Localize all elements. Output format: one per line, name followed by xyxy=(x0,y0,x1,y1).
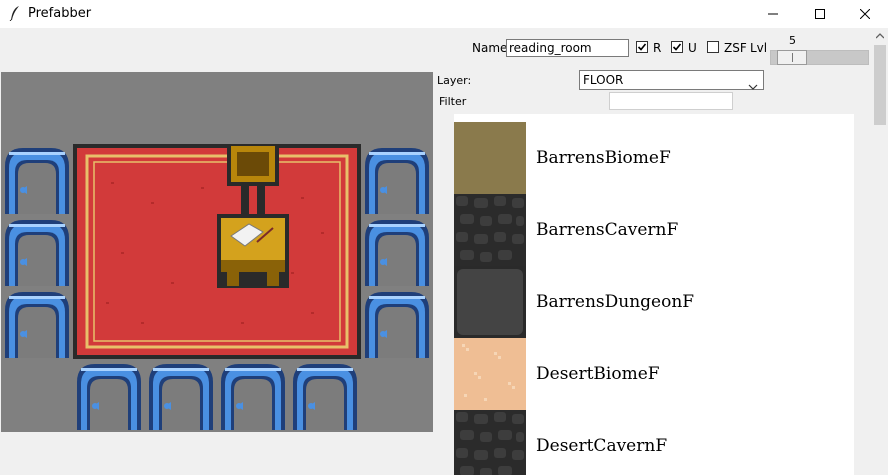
tile-swatch xyxy=(454,410,526,475)
name-input[interactable] xyxy=(506,39,629,57)
filter-input[interactable] xyxy=(609,92,733,110)
lvl-slider-handle[interactable] xyxy=(777,50,807,65)
window-title: Prefabber xyxy=(28,6,92,21)
minimize-button[interactable] xyxy=(750,0,796,28)
tile-name: BarrensBiomeF xyxy=(536,148,671,168)
tile-swatch xyxy=(454,194,526,266)
close-icon xyxy=(860,9,870,19)
minimize-icon xyxy=(768,13,778,15)
checkbox-zsf-label: ZSF xyxy=(724,41,747,55)
close-button[interactable] xyxy=(842,0,888,28)
layer-select[interactable]: FLOOR xyxy=(579,70,764,90)
list-item[interactable]: DesertBiomeF xyxy=(454,338,854,410)
check-icon xyxy=(672,43,682,51)
scroll-up-button[interactable] xyxy=(872,28,888,44)
tile-swatch xyxy=(454,122,526,194)
app-window: Prefabber Name R U ZSF Lvl 5 Layer: FLOO… xyxy=(0,0,888,475)
checkbox-u-label: U xyxy=(688,41,697,55)
tile-name: DesertCavernF xyxy=(536,436,668,456)
lvl-value: 5 xyxy=(789,34,796,47)
tile-list: BarrensBiomeF BarrensCavernF BarrensDung… xyxy=(454,114,854,475)
chevron-up-icon xyxy=(876,33,884,39)
feather-icon xyxy=(9,5,21,22)
scroll-thumb[interactable] xyxy=(874,45,886,125)
list-item[interactable]: BarrensDungeonF xyxy=(454,266,854,338)
check-icon xyxy=(637,43,647,51)
scrollbar[interactable] xyxy=(872,28,888,475)
maximize-icon xyxy=(815,9,825,19)
tile-swatch xyxy=(454,338,526,410)
list-item[interactable]: BarrensBiomeF xyxy=(454,122,854,194)
list-item[interactable]: BarrensCavernF xyxy=(454,194,854,266)
layer-select-value: FLOOR xyxy=(583,73,624,87)
checkbox-r[interactable] xyxy=(636,41,648,53)
tile-name: BarrensCavernF xyxy=(536,220,679,240)
title-bar: Prefabber xyxy=(0,0,888,28)
prefab-canvas[interactable] xyxy=(1,72,433,432)
checkbox-zsf[interactable] xyxy=(707,41,719,53)
tile-swatch xyxy=(454,266,526,338)
name-label: Name xyxy=(472,41,508,55)
maximize-button[interactable] xyxy=(797,0,843,28)
desk xyxy=(217,214,289,288)
list-item[interactable]: DesertCavernF xyxy=(454,410,854,475)
layer-label: Layer: xyxy=(437,74,472,87)
tile-name: DesertBiomeF xyxy=(536,364,660,384)
checkbox-u[interactable] xyxy=(671,41,683,53)
filter-label: Filter xyxy=(439,95,467,108)
chevron-down-icon xyxy=(748,76,758,95)
lvl-label: Lvl xyxy=(750,41,768,55)
checkbox-r-label: R xyxy=(653,41,662,55)
tile-name: BarrensDungeonF xyxy=(536,292,695,312)
